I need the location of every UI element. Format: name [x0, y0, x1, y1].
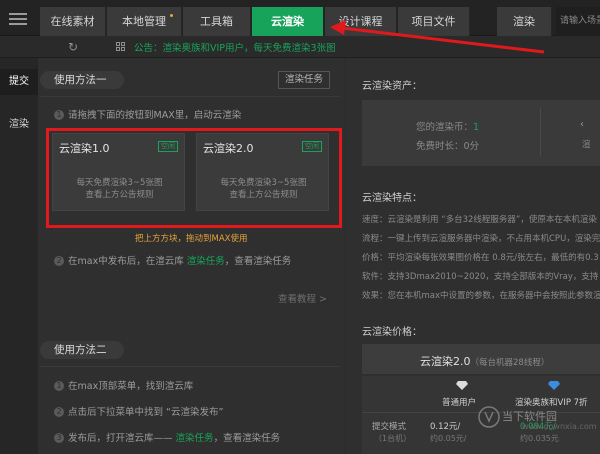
- grid-icon: [116, 42, 126, 52]
- method2-heading: 使用方法二: [40, 341, 124, 359]
- chevron-left-icon[interactable]: ‹: [580, 119, 584, 130]
- pricing-product: 云渲染2.0（每台机器28线程）: [420, 355, 550, 368]
- assets-extra: 渲: [582, 140, 591, 150]
- price-vip-sub: 约0.035元: [520, 434, 559, 443]
- diamond-icon: [456, 379, 468, 391]
- search-input[interactable]: 请输入场景ID: [556, 7, 600, 36]
- method1-heading: 使用方法一: [40, 71, 124, 89]
- render-task-button[interactable]: 渲染任务: [278, 71, 330, 89]
- row-sublabel: （1台机）: [374, 434, 412, 443]
- assets-box: [362, 100, 600, 166]
- method2-step2: 2 点击后下拉菜单中找到 “云渲染发布”: [54, 404, 223, 418]
- tab-local-management[interactable]: 本地管理: [107, 7, 182, 36]
- method2-step1: 1 在max顶部菜单，找到渲云库: [54, 378, 193, 392]
- feature-line: 软件：支持3Dmax2010~2020，支持全部版本的Vray，支持: [362, 272, 599, 282]
- feature-line: 速度：云渲染是利用 “多台32线程服务器”，使原本在本机渲染: [362, 215, 597, 225]
- assets-title: 云渲染资产：: [362, 81, 422, 92]
- highlight-box: [46, 128, 342, 228]
- col-regular-user: 普通用户: [442, 398, 477, 408]
- divider: [40, 366, 340, 367]
- tutorial-link[interactable]: 查看教程 >: [278, 291, 327, 305]
- feature-line: 流程：一键上传到云渲服务器中渲染，不占用本机CPU，渲染完: [362, 234, 600, 244]
- tab-project-files[interactable]: 项目文件: [398, 7, 470, 36]
- tab-design-courses[interactable]: 设计课程: [325, 7, 397, 36]
- announcement: 公告：渲染奥族和VIP用户，每天免费渲染3张图: [134, 43, 336, 54]
- price-regular-sub: 约0.05元/: [430, 434, 467, 443]
- feature-line: 效果：您在本机max中设置的参数，在服务器中会按照此参数渲: [362, 291, 600, 301]
- method2-step3: 3 发布后，打开渲云库—— 渲染任务，查看渲染任务: [54, 430, 280, 444]
- tab-cloud-render[interactable]: 云渲染: [252, 7, 324, 36]
- watermark-url: www.downxia.com: [522, 422, 597, 431]
- free-time-row: 免费时长：0分: [416, 141, 480, 152]
- vip-diamond-icon: [548, 379, 560, 391]
- nav-item-submit[interactable]: 提交: [0, 69, 38, 95]
- pricing-title: 云渲染价格：: [362, 327, 422, 338]
- render-task-link[interactable]: 渲染任务: [187, 256, 225, 267]
- col-vip-user: 渲染奥族和VIP 7折: [515, 398, 588, 408]
- watermark-logo-icon: [478, 406, 500, 428]
- render-task-link[interactable]: 渲染任务: [176, 433, 214, 444]
- drag-tip: 把上方方块，拖动到MAX使用: [135, 234, 248, 244]
- features-title: 云渲染特点：: [362, 193, 422, 204]
- divider: [40, 96, 340, 97]
- tab-render[interactable]: 渲染: [497, 7, 552, 36]
- divider: [540, 108, 541, 156]
- price-regular: 0.12元/: [430, 422, 461, 432]
- tab-online-materials[interactable]: 在线素材: [40, 7, 106, 36]
- tab-toolbox[interactable]: 工具箱: [183, 7, 251, 36]
- coins-row: 您的渲染币：1: [416, 122, 480, 133]
- nav-item-render[interactable]: 渲染: [0, 112, 38, 138]
- new-dot: [170, 14, 173, 17]
- refresh-icon[interactable]: ↻: [68, 40, 82, 54]
- feature-line: 价格：平均渲染每张效果图价格在 0.8元/张左右，最低的有0.3: [362, 253, 599, 263]
- menu-icon[interactable]: [9, 13, 27, 25]
- method1-step1: 1 请拖拽下面的按钮到MAX里，启动云渲染: [54, 107, 241, 121]
- row-label: 提交模式: [372, 422, 407, 432]
- method1-step2: 2 在max中发布后，在渲云库 渲染任务，查看渲染任务: [54, 253, 291, 267]
